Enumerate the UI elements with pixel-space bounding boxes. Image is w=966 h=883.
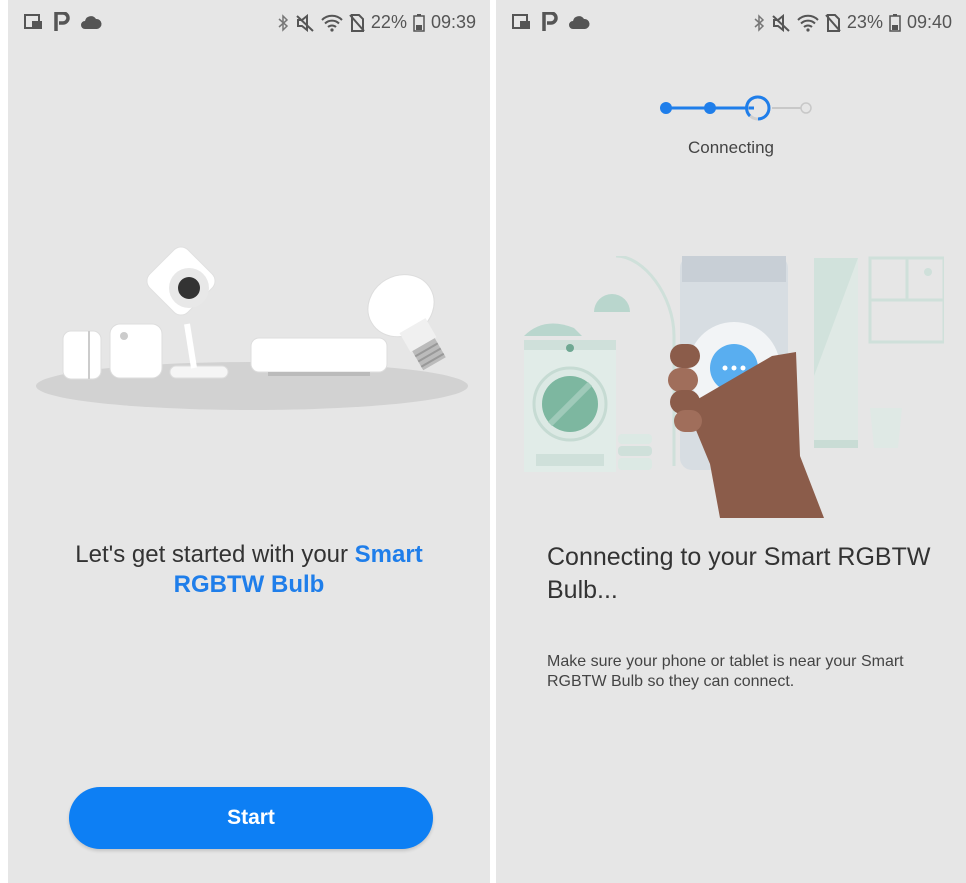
no-sim-icon xyxy=(349,13,365,32)
start-button[interactable]: Start xyxy=(69,787,433,849)
battery-percent: 22% xyxy=(370,12,407,32)
video-call-icon xyxy=(512,14,530,29)
step-dot-1 xyxy=(660,102,672,114)
parking-icon xyxy=(542,12,558,31)
bluetooth-icon xyxy=(278,13,289,32)
mute-icon xyxy=(296,13,314,32)
battery-icon xyxy=(889,13,901,32)
phone-connecting-illustration xyxy=(524,256,944,518)
status-bar: 22% 09:39 xyxy=(8,0,490,44)
connecting-screen: 23% 09:40 Connecting Connecting to your … xyxy=(496,0,966,883)
step-dot-4 xyxy=(800,102,812,114)
status-time: 09:39 xyxy=(430,12,476,32)
welcome-headline: Let's get started with your Smart RGBTW … xyxy=(38,540,460,600)
step-spinner-arc xyxy=(757,95,771,121)
connecting-instructions: Make sure your phone or tablet is near y… xyxy=(547,653,904,690)
bluetooth-icon xyxy=(754,13,765,32)
headline-prefix: Let's get started with your xyxy=(75,541,355,568)
welcome-screen: 22% 09:39 Let's get started with your Sm… xyxy=(8,0,490,883)
mute-icon xyxy=(772,13,790,32)
battery-percent: 23% xyxy=(846,12,883,32)
smart-devices-illustration xyxy=(36,246,468,410)
status-bar: 23% 09:40 xyxy=(496,0,966,44)
no-sim-icon xyxy=(825,13,841,32)
wifi-icon xyxy=(797,14,819,32)
stepper-label: Connecting xyxy=(687,138,774,157)
video-call-icon xyxy=(24,14,42,29)
connecting-headline: Connecting to your Smart RGBTW Bulb... xyxy=(547,543,931,604)
status-time: 09:40 xyxy=(906,12,952,32)
step-dot-2 xyxy=(704,102,716,114)
wifi-icon xyxy=(321,14,343,32)
battery-icon xyxy=(413,13,425,32)
cloud-icon xyxy=(569,16,590,29)
parking-icon xyxy=(54,12,70,31)
cloud-icon xyxy=(81,16,102,29)
progress-stepper xyxy=(660,95,812,121)
